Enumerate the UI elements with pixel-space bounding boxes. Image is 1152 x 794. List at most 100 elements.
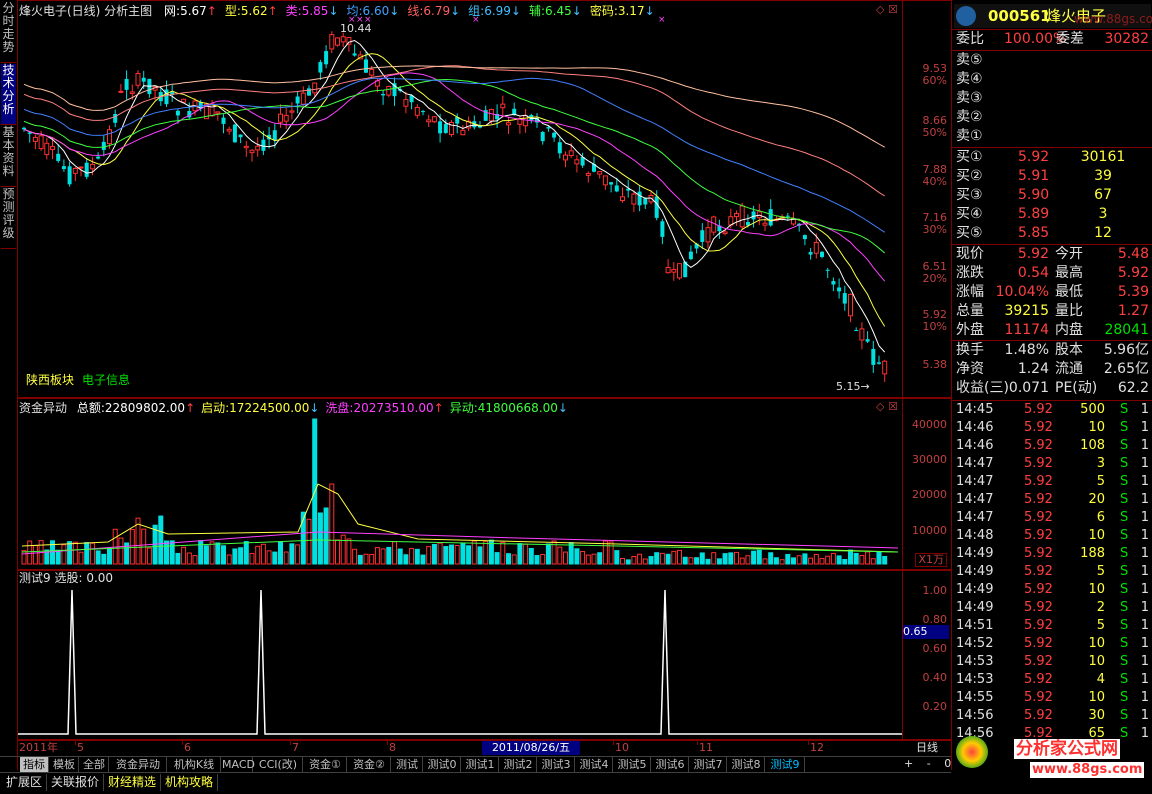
zoom-out-button[interactable]: - bbox=[927, 757, 931, 770]
buy-level-row: 买③ 5.90 67 bbox=[956, 187, 1112, 203]
pct-axis-label: 50% bbox=[922, 126, 947, 139]
pct-axis-label: 30% bbox=[922, 223, 947, 236]
indicator-tab[interactable]: 机构K线 bbox=[168, 757, 221, 772]
industry-label[interactable]: 电子信息 bbox=[82, 373, 130, 387]
candle-body bbox=[340, 36, 346, 43]
indicator-tab[interactable]: 测试6 bbox=[652, 757, 689, 772]
indicator-tab[interactable]: 测试5 bbox=[614, 757, 651, 772]
signal-line-chart[interactable] bbox=[18, 584, 902, 738]
candle-body bbox=[854, 329, 859, 331]
candle-body bbox=[660, 221, 665, 237]
candle-body bbox=[631, 193, 637, 205]
tick-row: 14:52 5.92 10 S 1 bbox=[956, 636, 1149, 651]
side-tab-technical[interactable]: 技术分析 bbox=[1, 64, 16, 125]
capital-indicator-item: 异动:41800668.00↓ bbox=[449, 401, 568, 415]
indicator-tab[interactable]: 测试7 bbox=[690, 757, 727, 772]
candle-body bbox=[734, 213, 739, 218]
side-tab-bar: 分时走势 技术分析 基本资料 预测评级 bbox=[0, 0, 18, 770]
candle-body bbox=[563, 154, 568, 161]
status-tab-finance-picks[interactable]: 财经精选 bbox=[104, 774, 161, 791]
capital-bar bbox=[756, 549, 762, 565]
capital-bar bbox=[289, 543, 295, 565]
indicator-tab[interactable]: 测试0 bbox=[424, 757, 461, 772]
indicator-tab[interactable]: 测试 bbox=[392, 757, 423, 772]
capital-bar bbox=[340, 534, 346, 565]
capital-indicator-item: 启动:17224500.00↓ bbox=[201, 401, 320, 415]
tick-row: 14:53 5.92 4 S 1 bbox=[956, 672, 1149, 687]
indicator-tab[interactable]: 测试9 bbox=[766, 757, 805, 772]
status-tab-extension[interactable]: 扩展区 bbox=[2, 774, 47, 791]
capital-bar bbox=[745, 555, 751, 565]
watermark-logo-icon bbox=[956, 736, 988, 768]
capital-expand-icons[interactable]: ◇ ☒ bbox=[876, 400, 898, 414]
candle-body bbox=[671, 268, 677, 273]
candle-body bbox=[643, 198, 648, 205]
capital-bar bbox=[836, 555, 842, 565]
candle-body bbox=[882, 360, 888, 375]
indicator-tab[interactable]: 指标 bbox=[20, 757, 49, 772]
status-tab-institution[interactable]: 机构攻略 bbox=[161, 774, 218, 791]
sector-label[interactable]: 陕西板块 bbox=[26, 373, 74, 387]
capital-bar bbox=[352, 548, 358, 565]
candle-body bbox=[215, 111, 221, 114]
indicator-tab[interactable]: 测试4 bbox=[576, 757, 613, 772]
candle-body bbox=[101, 141, 106, 150]
side-tab-intraday[interactable]: 分时走势 bbox=[1, 2, 16, 63]
date-axis-label: 12 bbox=[810, 741, 824, 754]
candle-body bbox=[488, 108, 494, 122]
indicator-tab[interactable]: 模板 bbox=[50, 757, 79, 772]
indicator-tab[interactable]: 资金② bbox=[348, 757, 391, 772]
indicator-tab[interactable]: 资金① bbox=[304, 757, 347, 772]
candle-body bbox=[609, 182, 614, 185]
capital-bar bbox=[181, 546, 187, 565]
indicator-tab[interactable]: 测试2 bbox=[500, 757, 537, 772]
indicator-tab[interactable]: 测试3 bbox=[538, 757, 575, 772]
candle-body bbox=[32, 136, 38, 142]
candle-body bbox=[141, 77, 146, 82]
capital-bar bbox=[734, 551, 739, 565]
capital-bar bbox=[762, 558, 768, 565]
capital-bar bbox=[32, 544, 38, 565]
indicator-tab[interactable]: MACD bbox=[222, 757, 255, 772]
quote-stat-row: 总量 39215 量比 1.27 bbox=[956, 303, 1149, 319]
cursor-date-box: 2011/08/26/五 bbox=[482, 741, 580, 755]
indicator-tab[interactable]: 全部 bbox=[80, 757, 109, 772]
candle-body bbox=[808, 252, 813, 255]
quote-stat-row: 涨幅 10.04% 最低 5.39 bbox=[956, 284, 1149, 300]
capital-bar bbox=[363, 553, 369, 565]
capital-bar bbox=[602, 540, 608, 565]
candlestick-chart[interactable]: × × × × × bbox=[18, 14, 902, 398]
candle-body bbox=[135, 73, 141, 86]
capital-bar bbox=[283, 551, 289, 565]
date-tick bbox=[808, 741, 809, 745]
status-tab-related-quotes[interactable]: 关联报价 bbox=[47, 774, 104, 791]
candle-body bbox=[72, 168, 78, 174]
indicator-tab[interactable]: CCI(改) bbox=[254, 757, 303, 772]
capital-bar bbox=[55, 549, 61, 565]
candle-body bbox=[27, 132, 32, 134]
side-tab-fundamentals[interactable]: 基本资料 bbox=[1, 126, 16, 187]
capital-bar bbox=[580, 550, 586, 565]
select-value: 0.00 bbox=[86, 571, 114, 585]
candle-body bbox=[602, 175, 608, 186]
capital-bar bbox=[711, 552, 717, 565]
capital-bar bbox=[72, 541, 78, 565]
candle-body bbox=[620, 196, 625, 202]
zoom-in-button[interactable]: + bbox=[904, 757, 913, 770]
side-tab-rating[interactable]: 预测评级 bbox=[1, 188, 16, 249]
indicator-tab[interactable]: 资金异动 bbox=[110, 757, 167, 772]
capital-bar bbox=[295, 544, 301, 565]
capital-bar bbox=[477, 546, 483, 565]
capital-bar bbox=[802, 553, 808, 565]
capital-bar bbox=[608, 541, 614, 565]
date-tick bbox=[290, 741, 291, 745]
period-label[interactable]: 日线 bbox=[905, 741, 949, 755]
capital-bar-chart[interactable] bbox=[18, 414, 902, 568]
capital-bar bbox=[694, 557, 700, 565]
stock-code: 000561 bbox=[988, 7, 1051, 25]
indicator-tab[interactable]: 测试8 bbox=[728, 757, 765, 772]
pct-axis-label: 60% bbox=[922, 74, 947, 87]
capital-bar bbox=[317, 512, 323, 565]
indicator-tab[interactable]: 测试1 bbox=[462, 757, 499, 772]
order-diff-value: 30282 bbox=[1104, 31, 1149, 47]
